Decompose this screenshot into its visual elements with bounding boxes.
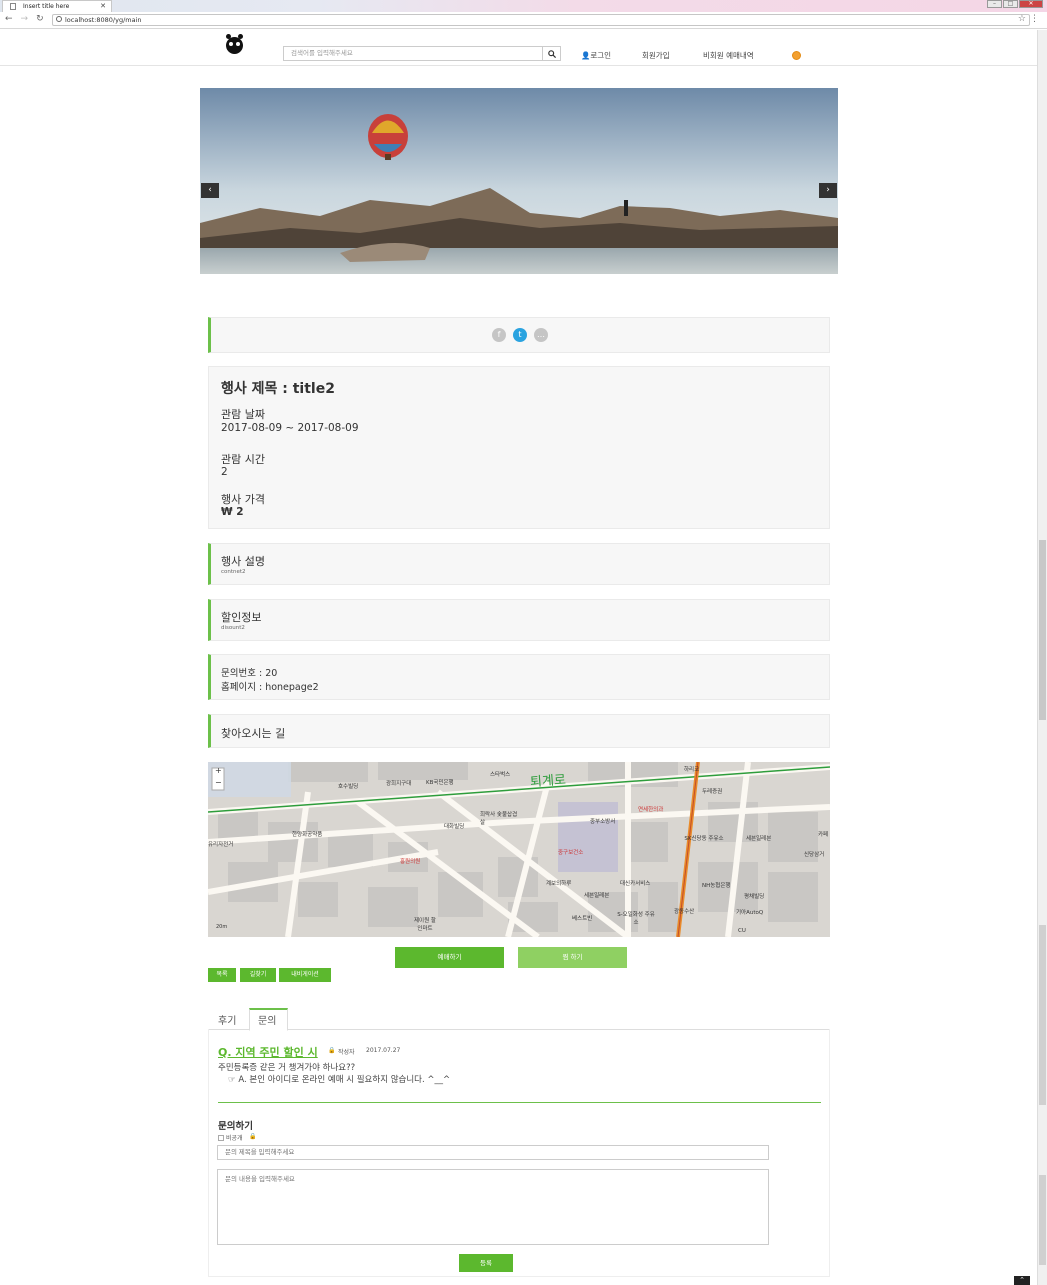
- private-checkbox[interactable]: [218, 1135, 224, 1141]
- back-icon[interactable]: ←: [5, 14, 13, 24]
- window-controls: – □ ✕: [987, 0, 1043, 8]
- contact-homepage: 홈페이지 : honepage2: [221, 682, 319, 693]
- zoom-out-button[interactable]: −: [215, 778, 222, 787]
- navigation-button[interactable]: 내비게이션: [279, 968, 331, 982]
- price-label: 행사 가격: [221, 493, 265, 506]
- description-panel: 행사 설명 contnet2: [208, 543, 830, 585]
- description-label: 행사 설명: [221, 555, 265, 568]
- close-window-button[interactable]: ✕: [1019, 0, 1043, 8]
- bookmark-star-icon[interactable]: ☆: [1018, 14, 1026, 24]
- reserve-button[interactable]: 예매하기: [395, 947, 504, 968]
- sun-icon[interactable]: [792, 51, 801, 60]
- tab-bar: [208, 1008, 830, 1030]
- lock-icon: 🔒: [328, 1047, 336, 1054]
- carousel-prev-button[interactable]: ‹: [201, 183, 219, 198]
- tab-reviews[interactable]: 후기: [218, 1012, 236, 1027]
- qna-title-link[interactable]: Q. 지역 주민 할인 시: [218, 1044, 318, 1060]
- map-road-label: 퇴계로: [529, 772, 567, 791]
- submit-button[interactable]: 등록: [459, 1254, 513, 1272]
- hero-carousel: [200, 88, 838, 274]
- time-value: 2: [221, 466, 228, 478]
- date-label: 관람 날짜: [221, 408, 265, 421]
- zoom-in-button[interactable]: +: [215, 766, 222, 775]
- contact-number: 문의번호 : 20: [221, 668, 278, 679]
- discount-label: 할인정보: [221, 611, 262, 624]
- inquiry-title-input[interactable]: [217, 1145, 769, 1160]
- map-scale: 20m: [216, 924, 228, 930]
- share-panel: f t …: [208, 317, 830, 353]
- description-value: contnet2: [221, 569, 246, 575]
- directions-label: 찾아오시는 길: [221, 727, 286, 740]
- message-icon[interactable]: …: [534, 328, 548, 342]
- directions-panel: 찾아오시는 길: [208, 714, 830, 748]
- user-icon: 👤: [581, 51, 591, 60]
- inquiry-content-textarea[interactable]: [217, 1169, 769, 1245]
- event-title: 행사 제목 : title2: [221, 381, 335, 397]
- maximize-button[interactable]: □: [1003, 0, 1018, 8]
- search-input[interactable]: 검색어를 입력해주세요: [283, 46, 543, 61]
- browser-tab-title: Insert title here: [23, 3, 70, 10]
- hero-image: [200, 88, 838, 274]
- private-label: 비공개: [226, 1135, 243, 1142]
- login-link[interactable]: 👤로그인: [581, 50, 611, 61]
- price-value: ₩ 2: [221, 506, 244, 518]
- browser-nav: ← → ↻: [5, 14, 44, 24]
- twitter-icon[interactable]: t: [513, 328, 527, 342]
- event-info-panel: 행사 제목 : title2 관람 날짜 2017-08-09 ~ 2017-0…: [208, 366, 830, 529]
- discount-panel: 할인정보 disount2: [208, 599, 830, 641]
- date-value: 2017-08-09 ~ 2017-08-09: [221, 422, 359, 434]
- guest-reservations-link[interactable]: 비회원 예매내역: [703, 50, 754, 61]
- contact-panel: 문의번호 : 20 홈페이지 : honepage2: [208, 654, 830, 700]
- menu-icon[interactable]: ⋮: [1030, 14, 1039, 24]
- minimize-button[interactable]: –: [987, 0, 1002, 8]
- url-text: localhost:8080/yg/main: [65, 16, 142, 24]
- time-label: 관람 시간: [221, 453, 265, 466]
- logo-icon[interactable]: [226, 34, 243, 54]
- map[interactable]: + − 퇴계로 스타벅스 호수빌딩 광희지구대 KB국민은행 하리코 두레증권 …: [208, 762, 830, 937]
- info-icon[interactable]: [56, 16, 62, 22]
- browser-tab-bar: [0, 0, 1047, 12]
- divider: [218, 1102, 821, 1103]
- list-button[interactable]: 목록: [208, 968, 236, 982]
- search-icon[interactable]: [542, 46, 561, 61]
- qna-question: 주민등록증 같은 거 챙겨가야 하나요??: [218, 1063, 356, 1073]
- qna-answer: ☞ A. 본인 아이디로 온라인 예매 시 필요하지 않습니다. ^__^: [228, 1075, 451, 1085]
- facebook-icon[interactable]: f: [492, 328, 506, 342]
- tab-inquiry[interactable]: 문의: [258, 1012, 276, 1027]
- qna-date: 2017.07.27: [366, 1047, 401, 1054]
- inquiry-heading: 문의하기: [218, 1121, 253, 1132]
- close-tab-icon[interactable]: ✕: [100, 1, 106, 12]
- author-label: 작성자: [338, 1049, 355, 1056]
- forward-icon[interactable]: →: [21, 14, 29, 24]
- browser-tab[interactable]: Insert title here ✕: [2, 0, 112, 12]
- reload-icon[interactable]: ↻: [36, 14, 44, 24]
- url-input[interactable]: localhost:8080/yg/main: [52, 14, 1030, 26]
- signup-link[interactable]: 회원가입: [642, 50, 670, 61]
- lock-icon-small: 🔒: [249, 1133, 257, 1140]
- carousel-next-button[interactable]: ›: [819, 183, 837, 198]
- discount-value: disount2: [221, 625, 245, 631]
- document-icon: [10, 3, 16, 10]
- scroll-to-top-button[interactable]: ⌃: [1014, 1276, 1030, 1285]
- scrollbar[interactable]: [1037, 30, 1047, 1285]
- like-button[interactable]: 찜 하기: [518, 947, 627, 968]
- find-route-button[interactable]: 길찾기: [240, 968, 276, 982]
